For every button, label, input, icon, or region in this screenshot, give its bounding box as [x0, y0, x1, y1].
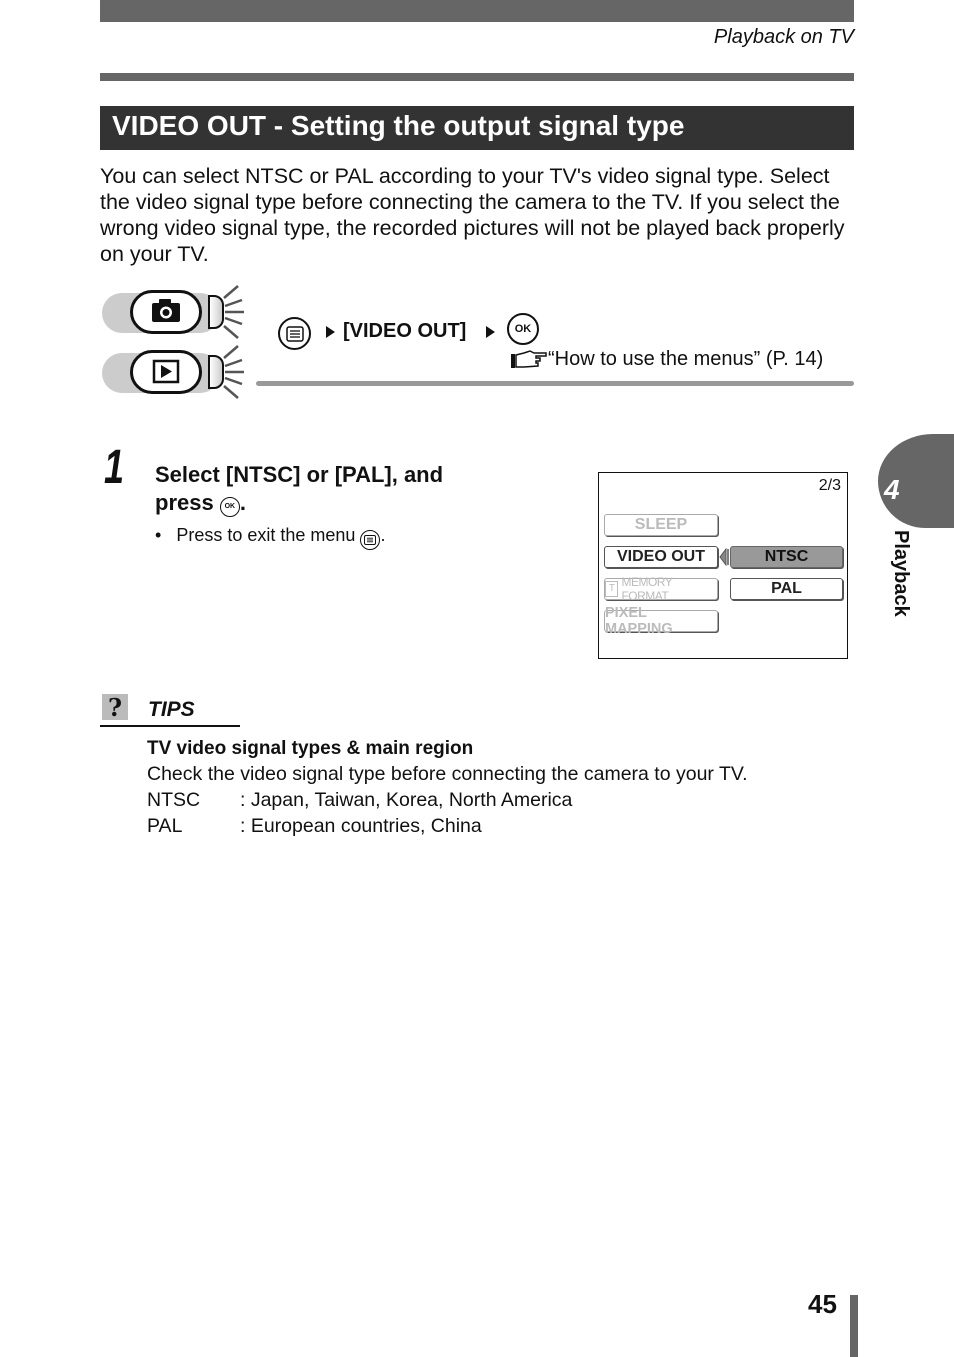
section-title-band: VIDEO OUT - Setting the output signal ty… [100, 106, 854, 150]
light-rays-icon [223, 345, 244, 399]
tips-row: PAL: European countries, China [147, 815, 482, 837]
page-bar [850, 1295, 858, 1357]
camera-menu-screen: 2/3 SLEEP VIDEO OUT T MEMORY FORMAT PIXEL… [598, 472, 848, 659]
section-title: VIDEO OUT - Setting the output signal ty… [112, 110, 685, 141]
page-indicator: 2/3 [818, 477, 841, 494]
chapter-label: Playback [890, 530, 912, 617]
procedure-divider [256, 381, 854, 386]
camera-icon [152, 299, 180, 322]
tips-label: TIPS [148, 698, 195, 721]
menu-item-sleep[interactable]: SLEEP [604, 514, 718, 536]
step-title-line2: press OK. [155, 490, 246, 517]
page-number: 45 [808, 1289, 837, 1319]
ok-button-icon: OK [219, 497, 240, 517]
tips-text: Check the video signal type before conne… [147, 763, 748, 785]
running-head: Playback on TV [713, 26, 854, 48]
question-mark-icon: ? [102, 693, 128, 722]
menu-reference-link[interactable]: “How to use the menus” (P. 14) [548, 348, 823, 371]
tips-heading: TV video signal types & main region [147, 738, 474, 759]
step-number: 1 [104, 441, 125, 494]
submenu-pointer-icon [719, 548, 729, 566]
header-bar [100, 0, 854, 22]
tips-rule [100, 725, 240, 727]
ok-button-icon: OK [507, 313, 539, 345]
play-icon [152, 359, 180, 384]
step-title: Select [NTSC] or [PAL], and press OK. [155, 461, 555, 517]
chapter-number: 4 [884, 474, 900, 505]
light-rays-icon [223, 285, 244, 339]
menu-button-icon [278, 317, 311, 350]
option-pal[interactable]: PAL [730, 578, 843, 600]
shooting-mode-button [102, 285, 244, 339]
menu-item-video-out[interactable]: VIDEO OUT [604, 546, 718, 568]
menu-path-label: [VIDEO OUT] [343, 320, 467, 342]
arrow-right-icon [326, 326, 335, 338]
menu-item-pixel-mapping[interactable]: PIXEL MAPPING [604, 605, 718, 637]
reference-hand-icon [510, 349, 548, 376]
step-title-line1: Select [NTSC] or [PAL], and [155, 462, 444, 487]
menu-item-memory-format[interactable]: T MEMORY FORMAT [604, 575, 718, 603]
tips-row: NTSC: Japan, Taiwan, Korea, North Americ… [147, 789, 573, 811]
intro-paragraph: You can select NTSC or PAL according to … [100, 164, 845, 266]
option-ntsc[interactable]: NTSC [730, 546, 843, 568]
playback-mode-button [102, 345, 244, 399]
header-rule [100, 73, 854, 81]
menu-button-icon [360, 530, 381, 550]
arrow-right-icon [486, 326, 495, 338]
memory-card-icon: T [605, 581, 619, 597]
step-bullet: • Press to exit the menu . [155, 525, 385, 550]
